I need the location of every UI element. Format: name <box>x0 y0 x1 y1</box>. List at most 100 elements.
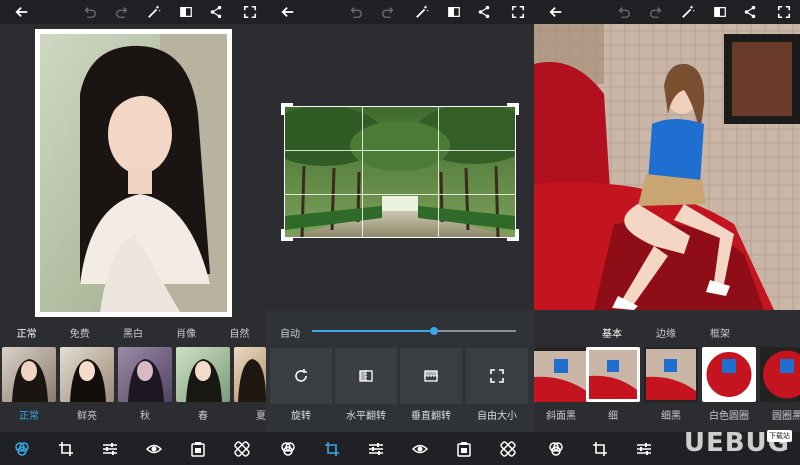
filter-thumb[interactable] <box>118 347 172 402</box>
tab-edge[interactable]: 边缘 <box>656 325 676 340</box>
crop-handle[interactable] <box>507 229 519 241</box>
crop-handle[interactable] <box>507 103 519 115</box>
bottom-toolbar <box>0 432 266 465</box>
frame-label[interactable]: 细 <box>586 407 640 422</box>
redo-icon[interactable] <box>648 4 664 20</box>
category-tab[interactable]: 免费 <box>70 325 90 340</box>
free-size-label: 自由大小 <box>477 411 517 422</box>
frame-label[interactable]: 圆圈黑 <box>760 407 800 422</box>
frame-thumbnails <box>534 347 800 402</box>
frame-labels: 斜面黑 细 细黑 白色圆圈 圆圈黑 <box>534 405 800 422</box>
eye-icon[interactable] <box>411 441 429 457</box>
crop-icon[interactable] <box>324 441 340 457</box>
magic-wand-icon[interactable] <box>414 4 430 20</box>
slider-knob[interactable] <box>430 327 439 335</box>
frame-thumb-selected[interactable] <box>586 347 640 402</box>
share-icon[interactable] <box>476 4 492 20</box>
top-toolbar <box>0 0 266 24</box>
portrait-image <box>40 34 227 312</box>
magic-wand-icon[interactable] <box>680 4 696 20</box>
eye-icon[interactable] <box>145 441 163 457</box>
rotate-button[interactable] <box>270 348 332 404</box>
filter-thumb[interactable] <box>60 347 114 402</box>
flip-horizontal-label: 水平翻转 <box>346 411 386 422</box>
crop-handle[interactable] <box>281 103 293 115</box>
frame-icon[interactable] <box>456 441 472 457</box>
adjust-icon[interactable] <box>368 441 384 457</box>
top-toolbar <box>266 0 534 24</box>
filter-icon[interactable] <box>14 441 30 457</box>
frame-thumb[interactable] <box>534 347 588 402</box>
portrait-photo <box>35 29 232 317</box>
flip-horizontal-button[interactable] <box>335 348 397 404</box>
adjust-icon[interactable] <box>102 441 118 457</box>
adjust-icon[interactable] <box>636 441 652 457</box>
free-size-button[interactable] <box>466 348 528 404</box>
crop-handle[interactable] <box>281 229 293 241</box>
crop-grid <box>284 106 516 238</box>
crop-canvas[interactable] <box>266 24 534 310</box>
share-icon[interactable] <box>208 4 224 20</box>
category-tab[interactable]: 肖像 <box>176 325 196 340</box>
bottom-toolbar <box>266 432 534 465</box>
fullscreen-icon[interactable] <box>510 4 526 20</box>
frame-thumb[interactable] <box>760 347 800 402</box>
filter-category-tabs: 正常 免费 黑白 肖像 自然 <box>0 321 266 343</box>
undo-icon[interactable] <box>82 4 98 20</box>
frame-thumb[interactable] <box>644 347 698 402</box>
fullscreen-icon[interactable] <box>242 4 258 20</box>
filter-label[interactable]: 鲜亮 <box>60 407 114 422</box>
fullscreen-icon[interactable] <box>776 4 792 20</box>
category-tab[interactable]: 自然 <box>229 325 249 340</box>
redo-icon[interactable] <box>114 4 130 20</box>
filter-thumbnails <box>0 347 266 402</box>
filter-label-selected[interactable]: 正常 <box>2 407 56 422</box>
slider-fill <box>312 330 435 332</box>
filter-icon[interactable] <box>280 441 296 457</box>
flip-vertical-label: 垂直翻转 <box>411 411 451 422</box>
compare-icon[interactable] <box>446 4 462 20</box>
photo-canvas[interactable] <box>534 24 800 310</box>
flip-vertical-button[interactable] <box>400 348 462 404</box>
filter-thumb[interactable] <box>234 347 266 402</box>
undo-icon[interactable] <box>616 4 632 20</box>
filter-icon[interactable] <box>548 441 564 457</box>
category-tab[interactable]: 正常 <box>17 325 37 340</box>
undo-icon[interactable] <box>348 4 364 20</box>
back-icon[interactable] <box>14 4 30 20</box>
back-icon[interactable] <box>280 4 296 20</box>
tab-frame[interactable]: 框架 <box>710 325 730 340</box>
flip-horizontal-icon <box>359 370 373 382</box>
frame-category-tabs: 基本 边缘 框架 <box>534 321 800 343</box>
filter-label[interactable]: 夏 <box>234 407 266 422</box>
frame-label[interactable]: 细黑 <box>644 407 698 422</box>
magic-wand-icon[interactable] <box>146 4 162 20</box>
free-size-icon <box>490 369 504 383</box>
crop-panel: 自动 旋转 水平翻转 垂直翻转 自由大小 <box>266 0 534 465</box>
filter-thumb[interactable] <box>176 347 230 402</box>
filter-label[interactable]: 春 <box>176 407 230 422</box>
back-icon[interactable] <box>548 4 564 20</box>
category-tab[interactable]: 黑白 <box>123 325 143 340</box>
redo-icon[interactable] <box>380 4 396 20</box>
compare-icon[interactable] <box>712 4 728 20</box>
auto-label: 自动 <box>280 329 300 340</box>
healing-icon[interactable] <box>500 441 516 457</box>
frame-label[interactable]: 斜面黑 <box>534 407 588 422</box>
crop-image <box>266 103 534 241</box>
crop-icon[interactable] <box>58 441 74 457</box>
frame-thumb[interactable] <box>702 347 756 402</box>
compare-icon[interactable] <box>178 4 194 20</box>
filter-labels: 正常 鲜亮 秋 春 夏 <box>0 405 266 422</box>
frame-icon[interactable] <box>190 441 206 457</box>
frame-label[interactable]: 白色圆圈 <box>702 407 756 422</box>
flip-vertical-icon <box>424 370 438 382</box>
crop-icon[interactable] <box>592 441 608 457</box>
filter-thumb[interactable] <box>2 347 56 402</box>
tab-basic[interactable]: 基本 <box>602 325 622 340</box>
healing-icon[interactable] <box>234 441 250 457</box>
straighten-slider[interactable] <box>312 326 516 336</box>
photo-canvas[interactable] <box>0 24 266 317</box>
filter-label[interactable]: 秋 <box>118 407 172 422</box>
share-icon[interactable] <box>742 4 758 20</box>
